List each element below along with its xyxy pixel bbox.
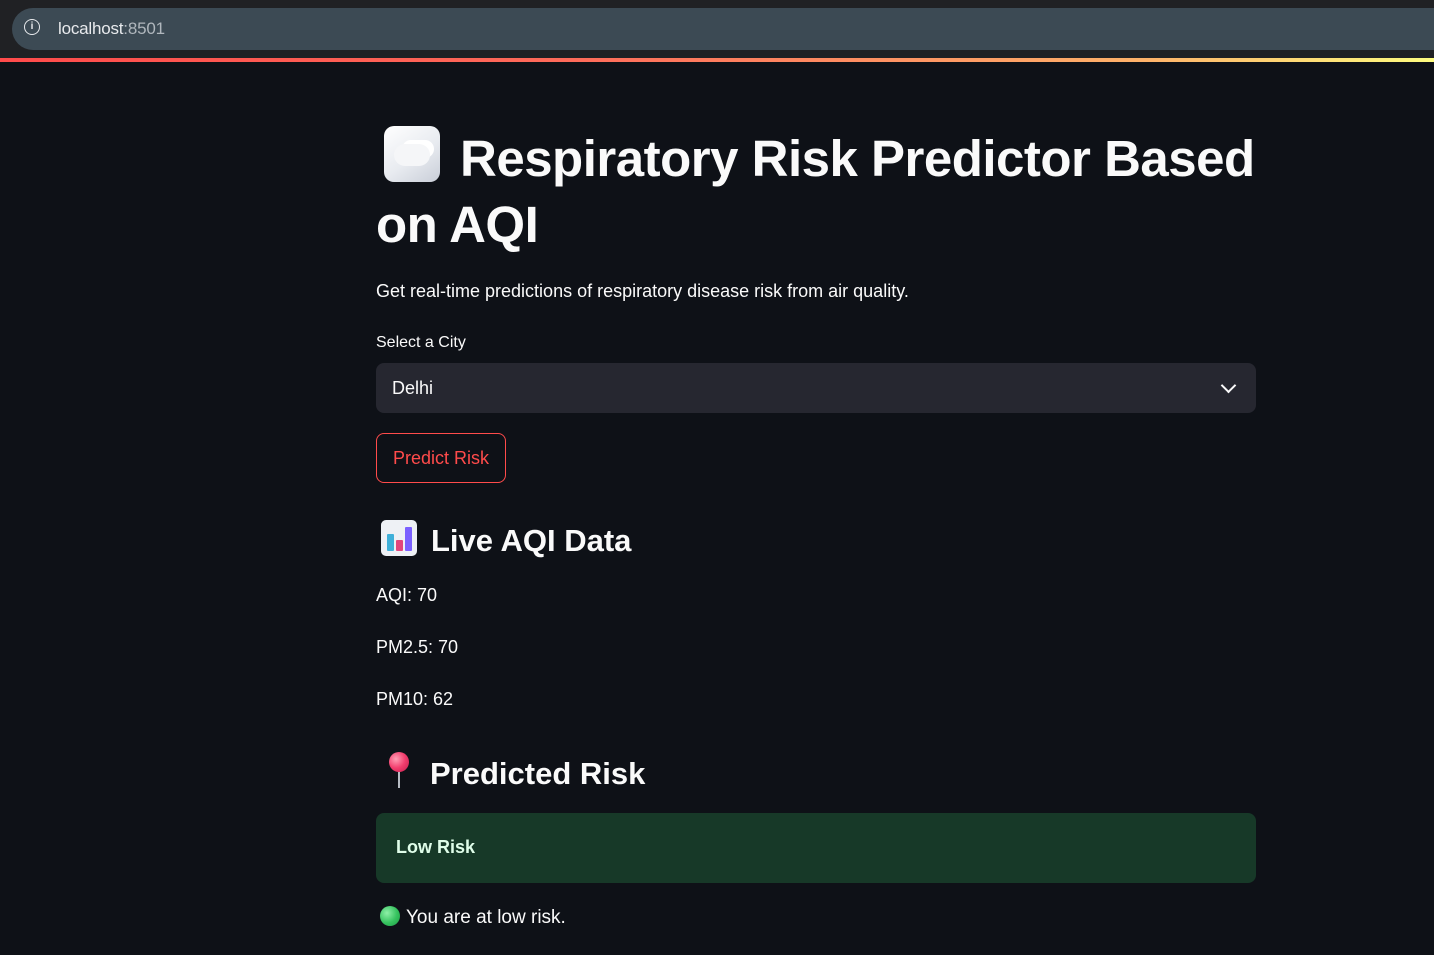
risk-result-alert: Low Risk <box>376 813 1256 883</box>
city-select[interactable]: Delhi <box>376 363 1256 413</box>
green-circle-icon <box>380 906 400 926</box>
page-title-text: Respiratory Risk Predictor Based on AQI <box>376 130 1255 253</box>
url-text[interactable]: localhost:8501 <box>58 18 165 40</box>
aqi-value: AQI: 70 <box>376 585 438 605</box>
address-bar[interactable] <box>12 8 1434 50</box>
predict-risk-button[interactable]: Predict Risk <box>376 433 506 483</box>
url-host: localhost <box>58 19 124 38</box>
predicted-risk-heading-text: Predicted Risk <box>430 756 646 791</box>
chevron-down-icon[interactable] <box>1220 377 1237 394</box>
page-title: Respiratory Risk Predictor Based on AQI <box>376 126 1276 258</box>
risk-result-label: Low Risk <box>396 837 476 857</box>
risk-status-message: You are at low risk. <box>380 905 566 931</box>
pm10-value: PM10: 62 <box>376 689 454 709</box>
city-select-label: Select a City <box>376 334 466 351</box>
predicted-risk-heading: Predicted Risk <box>376 752 645 794</box>
page-subtitle: Get real-time predictions of respiratory… <box>376 281 909 301</box>
cloud-icon <box>384 126 440 182</box>
risk-status-text: You are at low risk. <box>406 907 566 928</box>
bar-chart-icon <box>381 520 417 556</box>
url-port: :8501 <box>123 19 165 38</box>
live-aqi-heading: Live AQI Data <box>376 520 631 561</box>
browser-toolbar: i localhost:8501 <box>0 0 1434 58</box>
pm25-value: PM2.5: 70 <box>376 637 459 657</box>
city-select-value: Delhi <box>392 378 434 398</box>
info-icon[interactable]: i <box>24 19 40 35</box>
live-aqi-heading-text: Live AQI Data <box>431 523 632 558</box>
app-header-decoration <box>0 58 1434 62</box>
round-pushpin-icon <box>386 752 412 790</box>
